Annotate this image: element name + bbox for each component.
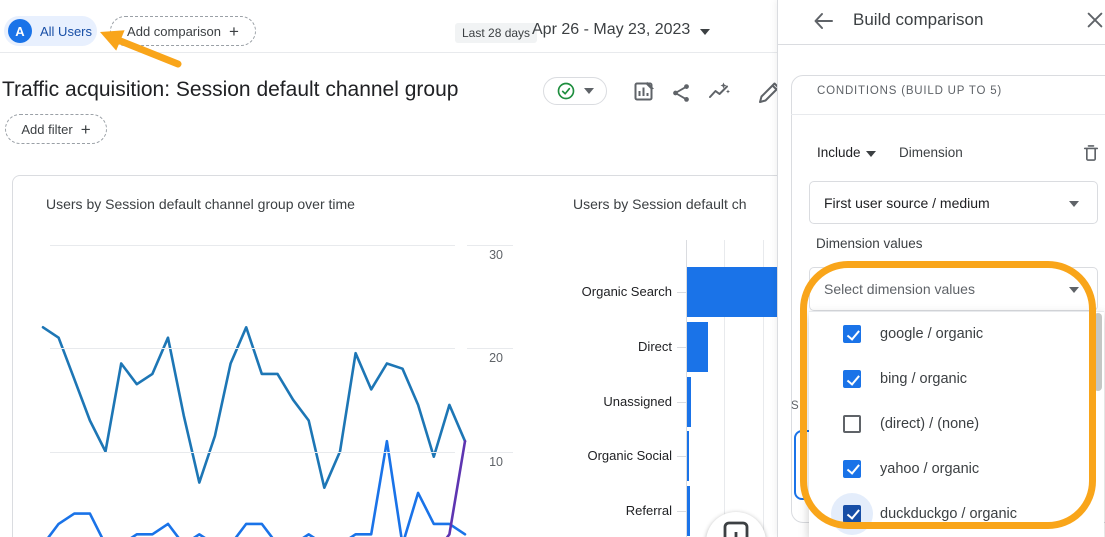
chevron-down-icon bbox=[584, 88, 594, 94]
build-comparison-panel: Build comparison CONDITIONS (BUILD UP TO… bbox=[777, 0, 1105, 537]
date-range-selector[interactable]: Apr 26 - May 23, 2023 bbox=[532, 21, 690, 39]
add-filter-button[interactable]: Add filter + bbox=[5, 114, 107, 144]
dimension-value-label: bing / organic bbox=[880, 371, 967, 387]
chevron-down-icon bbox=[1069, 287, 1079, 293]
divider bbox=[778, 44, 1105, 45]
chevron-down-icon bbox=[1069, 201, 1079, 207]
header-divider bbox=[0, 52, 777, 53]
checkbox-checked-icon[interactable] bbox=[843, 325, 861, 343]
ga4-report-page: A All Users Add comparison + Last 28 day… bbox=[0, 0, 1105, 537]
add-comparison-label: Add comparison bbox=[127, 24, 221, 39]
plus-icon: + bbox=[81, 121, 91, 138]
dimension-select-value: First user source / medium bbox=[824, 195, 990, 211]
dimension-value-label: duckduckgo / organic bbox=[880, 506, 1017, 522]
dimension-label: Dimension bbox=[899, 145, 963, 160]
insights-button[interactable] bbox=[706, 80, 732, 106]
checkbox-checked-icon[interactable] bbox=[843, 460, 861, 478]
checkbox-checked-icon[interactable] bbox=[843, 505, 861, 523]
dimension-values-placeholder: Select dimension values bbox=[824, 281, 975, 297]
all-users-avatar: A bbox=[8, 19, 32, 43]
check-circle-icon bbox=[556, 81, 576, 101]
checkbox-wrapper bbox=[843, 505, 861, 523]
divider bbox=[791, 114, 1105, 115]
share-button[interactable] bbox=[668, 80, 694, 106]
plus-icon: + bbox=[229, 23, 239, 40]
dimension-value-label: (direct) / (none) bbox=[880, 416, 979, 432]
checkbox-checked-icon[interactable] bbox=[843, 370, 861, 388]
card-icon bbox=[722, 520, 750, 537]
checkbox-wrapper bbox=[843, 460, 861, 478]
dimension-value-option[interactable]: google / organic bbox=[809, 312, 1104, 357]
back-arrow-icon[interactable] bbox=[811, 9, 835, 33]
dimension-values-select[interactable]: Select dimension values bbox=[809, 267, 1098, 311]
checkbox-wrapper bbox=[843, 325, 861, 343]
add-filter-label: Add filter bbox=[21, 122, 72, 137]
date-preset-badge: Last 28 days bbox=[455, 23, 537, 43]
dimension-value-label: yahoo / organic bbox=[880, 461, 979, 477]
dimension-values-label: Dimension values bbox=[816, 236, 923, 251]
conditions-header: CONDITIONS (BUILD UP TO 5) bbox=[817, 85, 1002, 97]
customize-report-button[interactable] bbox=[631, 79, 657, 105]
checkbox-wrapper bbox=[843, 370, 861, 388]
include-dropdown[interactable]: Include bbox=[817, 145, 861, 160]
chevron-down-icon[interactable] bbox=[700, 29, 710, 35]
page-title: Traffic acquisition: Session default cha… bbox=[2, 78, 458, 102]
insights-icon bbox=[707, 81, 731, 105]
trash-icon[interactable] bbox=[1081, 143, 1101, 163]
dimension-value-option[interactable]: (direct) / (none) bbox=[809, 402, 1104, 447]
dimension-value-option[interactable]: yahoo / organic bbox=[809, 446, 1104, 491]
add-comparison-button[interactable]: Add comparison + bbox=[110, 16, 256, 46]
panel-title: Build comparison bbox=[853, 10, 983, 30]
charts-card bbox=[12, 175, 868, 537]
checkbox-unchecked-icon[interactable] bbox=[843, 415, 861, 433]
scrollbar-thumb[interactable] bbox=[1094, 313, 1102, 391]
dimension-select[interactable]: First user source / medium bbox=[809, 181, 1098, 224]
dimension-values-dropdown-list: google / organic bing / organic (direct) /… bbox=[809, 311, 1104, 537]
dimension-value-label: google / organic bbox=[880, 326, 983, 342]
all-users-label: All Users bbox=[40, 24, 92, 39]
customize-report-icon bbox=[632, 80, 656, 104]
dimension-value-option[interactable]: duckduckgo / organic bbox=[809, 491, 1104, 536]
all-users-chip[interactable]: A All Users bbox=[4, 16, 97, 46]
close-icon[interactable] bbox=[1084, 9, 1105, 31]
data-quality-pill[interactable] bbox=[543, 77, 607, 105]
checkbox-wrapper bbox=[843, 415, 861, 433]
chevron-down-icon[interactable] bbox=[866, 151, 876, 157]
share-icon bbox=[670, 82, 692, 104]
summary-label-fragment: SU bbox=[791, 400, 809, 412]
dimension-value-option[interactable]: bing / organic bbox=[809, 357, 1104, 402]
